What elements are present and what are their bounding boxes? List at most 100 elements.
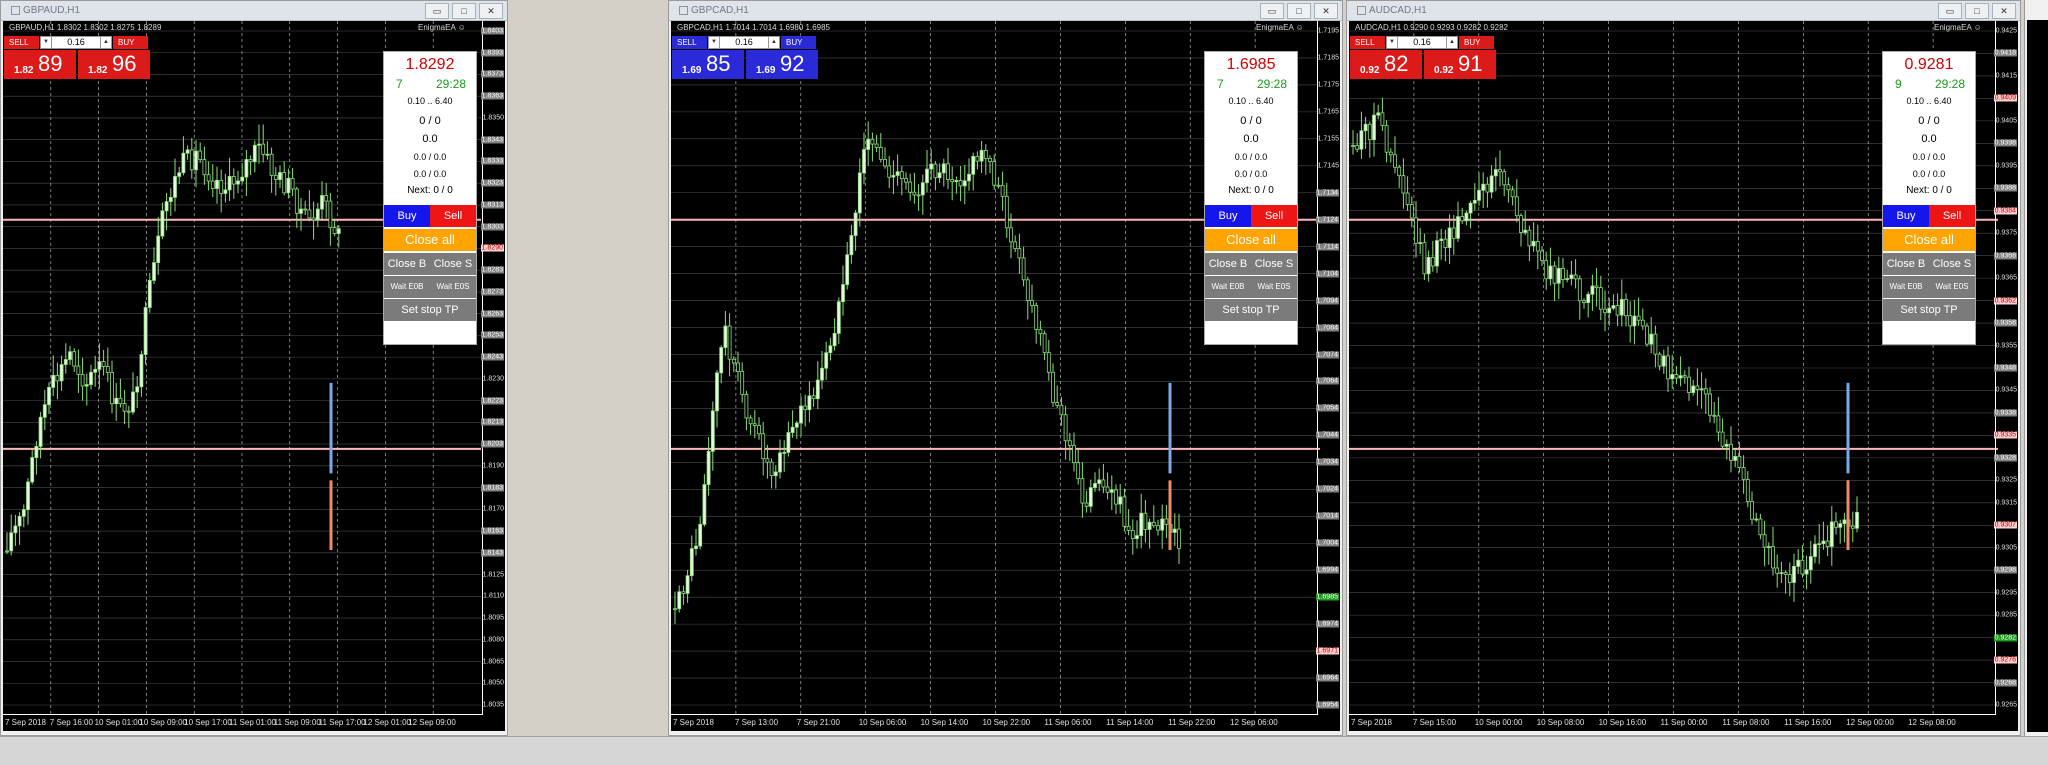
candle-body: [1143, 512, 1148, 530]
window-titlebar[interactable]: GBPCAD,H1: [669, 1, 1342, 21]
candle-body: [164, 201, 169, 212]
sell-button[interactable]: SELL: [4, 36, 39, 49]
bid-price-quote[interactable]: 1.69 85: [672, 50, 744, 79]
candle-body: [988, 157, 992, 162]
bid-price-prefix: 1.69: [682, 65, 702, 76]
wait-e0s-button[interactable]: Wait E0S: [430, 276, 476, 298]
lot-decrease-icon[interactable]: ▼: [709, 37, 720, 48]
candle-body: [904, 178, 908, 183]
ask-price-quote[interactable]: 1.69 92: [746, 50, 818, 79]
minimize-button[interactable]: ▭: [425, 3, 449, 19]
close-all-button[interactable]: Close all: [384, 229, 476, 251]
ea-sell-button[interactable]: Sell: [430, 205, 476, 227]
bid-price-quote[interactable]: 1.82 89: [4, 50, 76, 79]
ea-sell-button[interactable]: Sell: [1929, 205, 1975, 227]
close-all-button[interactable]: Close all: [1883, 229, 1975, 251]
price-axis-label: 0.9315: [1995, 499, 2017, 507]
close-button[interactable]: ✕: [1992, 3, 2016, 19]
wait-e0b-button[interactable]: Wait E0B: [1883, 276, 1929, 298]
price-axis-label: 1.7114: [1316, 243, 1339, 251]
window-titlebar[interactable]: AUDCAD,H1: [1347, 1, 2020, 21]
candle-body: [1666, 355, 1670, 380]
price-chart[interactable]: GBPAUD,H1 1.8302 1.8302 1.8275 1.8289 En…: [3, 21, 505, 731]
close-buy-button[interactable]: Close B: [384, 253, 430, 275]
close-sell-button[interactable]: Close S: [1929, 253, 1975, 275]
buy-button[interactable]: BUY: [113, 36, 148, 49]
price-axis-label: 1.7175: [1317, 81, 1339, 89]
lot-size-input[interactable]: ▼ 0.16 ▲: [1386, 36, 1458, 49]
lot-increase-icon[interactable]: ▲: [1446, 37, 1457, 48]
buy-button[interactable]: BUY: [1459, 36, 1494, 49]
ea-sell-button[interactable]: Sell: [1251, 205, 1297, 227]
ask-price-quote[interactable]: 1.82 96: [78, 50, 150, 79]
wait-e0b-button[interactable]: Wait E0B: [1205, 276, 1251, 298]
time-axis-label: 12 Sep 08:00: [1908, 718, 1956, 727]
price-chart[interactable]: AUDCAD,H1 0.9290 0.9293 0.9282 0.9282 En…: [1349, 21, 2018, 731]
lot-decrease-icon[interactable]: ▼: [1387, 37, 1398, 48]
wait-e0s-button[interactable]: Wait E0S: [1929, 276, 1975, 298]
maximize-button[interactable]: □: [1287, 3, 1311, 19]
wait-e0b-button[interactable]: Wait E0B: [384, 276, 430, 298]
time-axis-label: 7 Sep 16:00: [49, 718, 93, 727]
set-stop-tp-button[interactable]: Set stop TP: [1205, 299, 1297, 321]
enigma-ea-panel: 1.8292 7 29:28 0.10 .. 6.40 0 / 0 0.0 0.…: [383, 51, 477, 345]
maximize-button[interactable]: □: [452, 3, 476, 19]
candle-body: [1569, 274, 1574, 279]
candle-body: [1151, 521, 1156, 527]
lot-size-input[interactable]: ▼ 0.16 ▲: [708, 36, 780, 49]
close-buy-button[interactable]: Close B: [1883, 253, 1929, 275]
candle-body: [1072, 445, 1076, 464]
close-button[interactable]: ✕: [479, 3, 503, 19]
time-axis-label: 11 Sep 08:00: [1722, 718, 1770, 727]
wait-e0s-button[interactable]: Wait E0S: [1251, 276, 1297, 298]
minimize-button[interactable]: ▭: [1260, 3, 1284, 19]
set-stop-tp-button[interactable]: Set stop TP: [384, 299, 476, 321]
close-buy-button[interactable]: Close B: [1205, 253, 1251, 275]
buy-button[interactable]: BUY: [781, 36, 816, 49]
candle-body: [731, 358, 736, 364]
ea-buy-button[interactable]: Buy: [1883, 205, 1929, 227]
candle-body: [320, 195, 324, 210]
candle-body: [1598, 287, 1603, 310]
close-sell-button[interactable]: Close S: [430, 253, 476, 275]
close-button[interactable]: ✕: [1314, 3, 1338, 19]
time-axis-label: 10 Sep 01:00: [94, 718, 143, 727]
lot-increase-icon[interactable]: ▲: [100, 37, 111, 48]
window-controls: ▭ □ ✕: [1938, 3, 2016, 19]
ea-current-price: 0.9281: [1904, 56, 1954, 73]
candle-body: [1506, 184, 1511, 191]
price-axis-label: 1.8170: [482, 505, 504, 513]
candle-body: [1456, 216, 1460, 239]
price-chart[interactable]: GBPCAD,H1 1.7014 1.7014 1.6980 1.6985 En…: [671, 21, 1340, 731]
price-axis-label: 1.7004: [1315, 539, 1339, 547]
set-stop-tp-button[interactable]: Set stop TP: [1883, 299, 1975, 321]
candle-body: [1640, 319, 1645, 327]
close-sell-button[interactable]: Close S: [1251, 253, 1297, 275]
sell-button[interactable]: SELL: [1350, 36, 1385, 49]
candle-body: [1380, 112, 1385, 126]
candle-body: [1384, 125, 1389, 153]
candle-body: [1034, 305, 1039, 330]
ea-counter: 7: [1217, 77, 1224, 91]
bid-price-quote[interactable]: 0.92 82: [1350, 50, 1422, 79]
candle-body: [1565, 278, 1570, 280]
bid-price-prefix: 1.82: [14, 65, 34, 76]
candle-body: [1552, 265, 1557, 284]
window-title: AUDCAD,H1: [1369, 5, 1427, 16]
candle-body: [1699, 388, 1704, 391]
ea-buy-button[interactable]: Buy: [384, 205, 430, 227]
close-all-button[interactable]: Close all: [1205, 229, 1297, 251]
candle-body: [1724, 443, 1729, 447]
maximize-button[interactable]: □: [1965, 3, 1989, 19]
candle-body: [194, 150, 198, 171]
time-axis-label: 7 Sep 2018: [5, 718, 46, 727]
ask-price-quote[interactable]: 0.92 91: [1424, 50, 1496, 79]
candle-body: [202, 159, 207, 176]
lot-decrease-icon[interactable]: ▼: [41, 37, 52, 48]
minimize-button[interactable]: ▭: [1938, 3, 1962, 19]
sell-button[interactable]: SELL: [672, 36, 707, 49]
candle-body: [252, 144, 257, 163]
lot-size-input[interactable]: ▼ 0.16 ▲: [40, 36, 112, 49]
ea-buy-button[interactable]: Buy: [1205, 205, 1251, 227]
lot-increase-icon[interactable]: ▲: [768, 37, 779, 48]
